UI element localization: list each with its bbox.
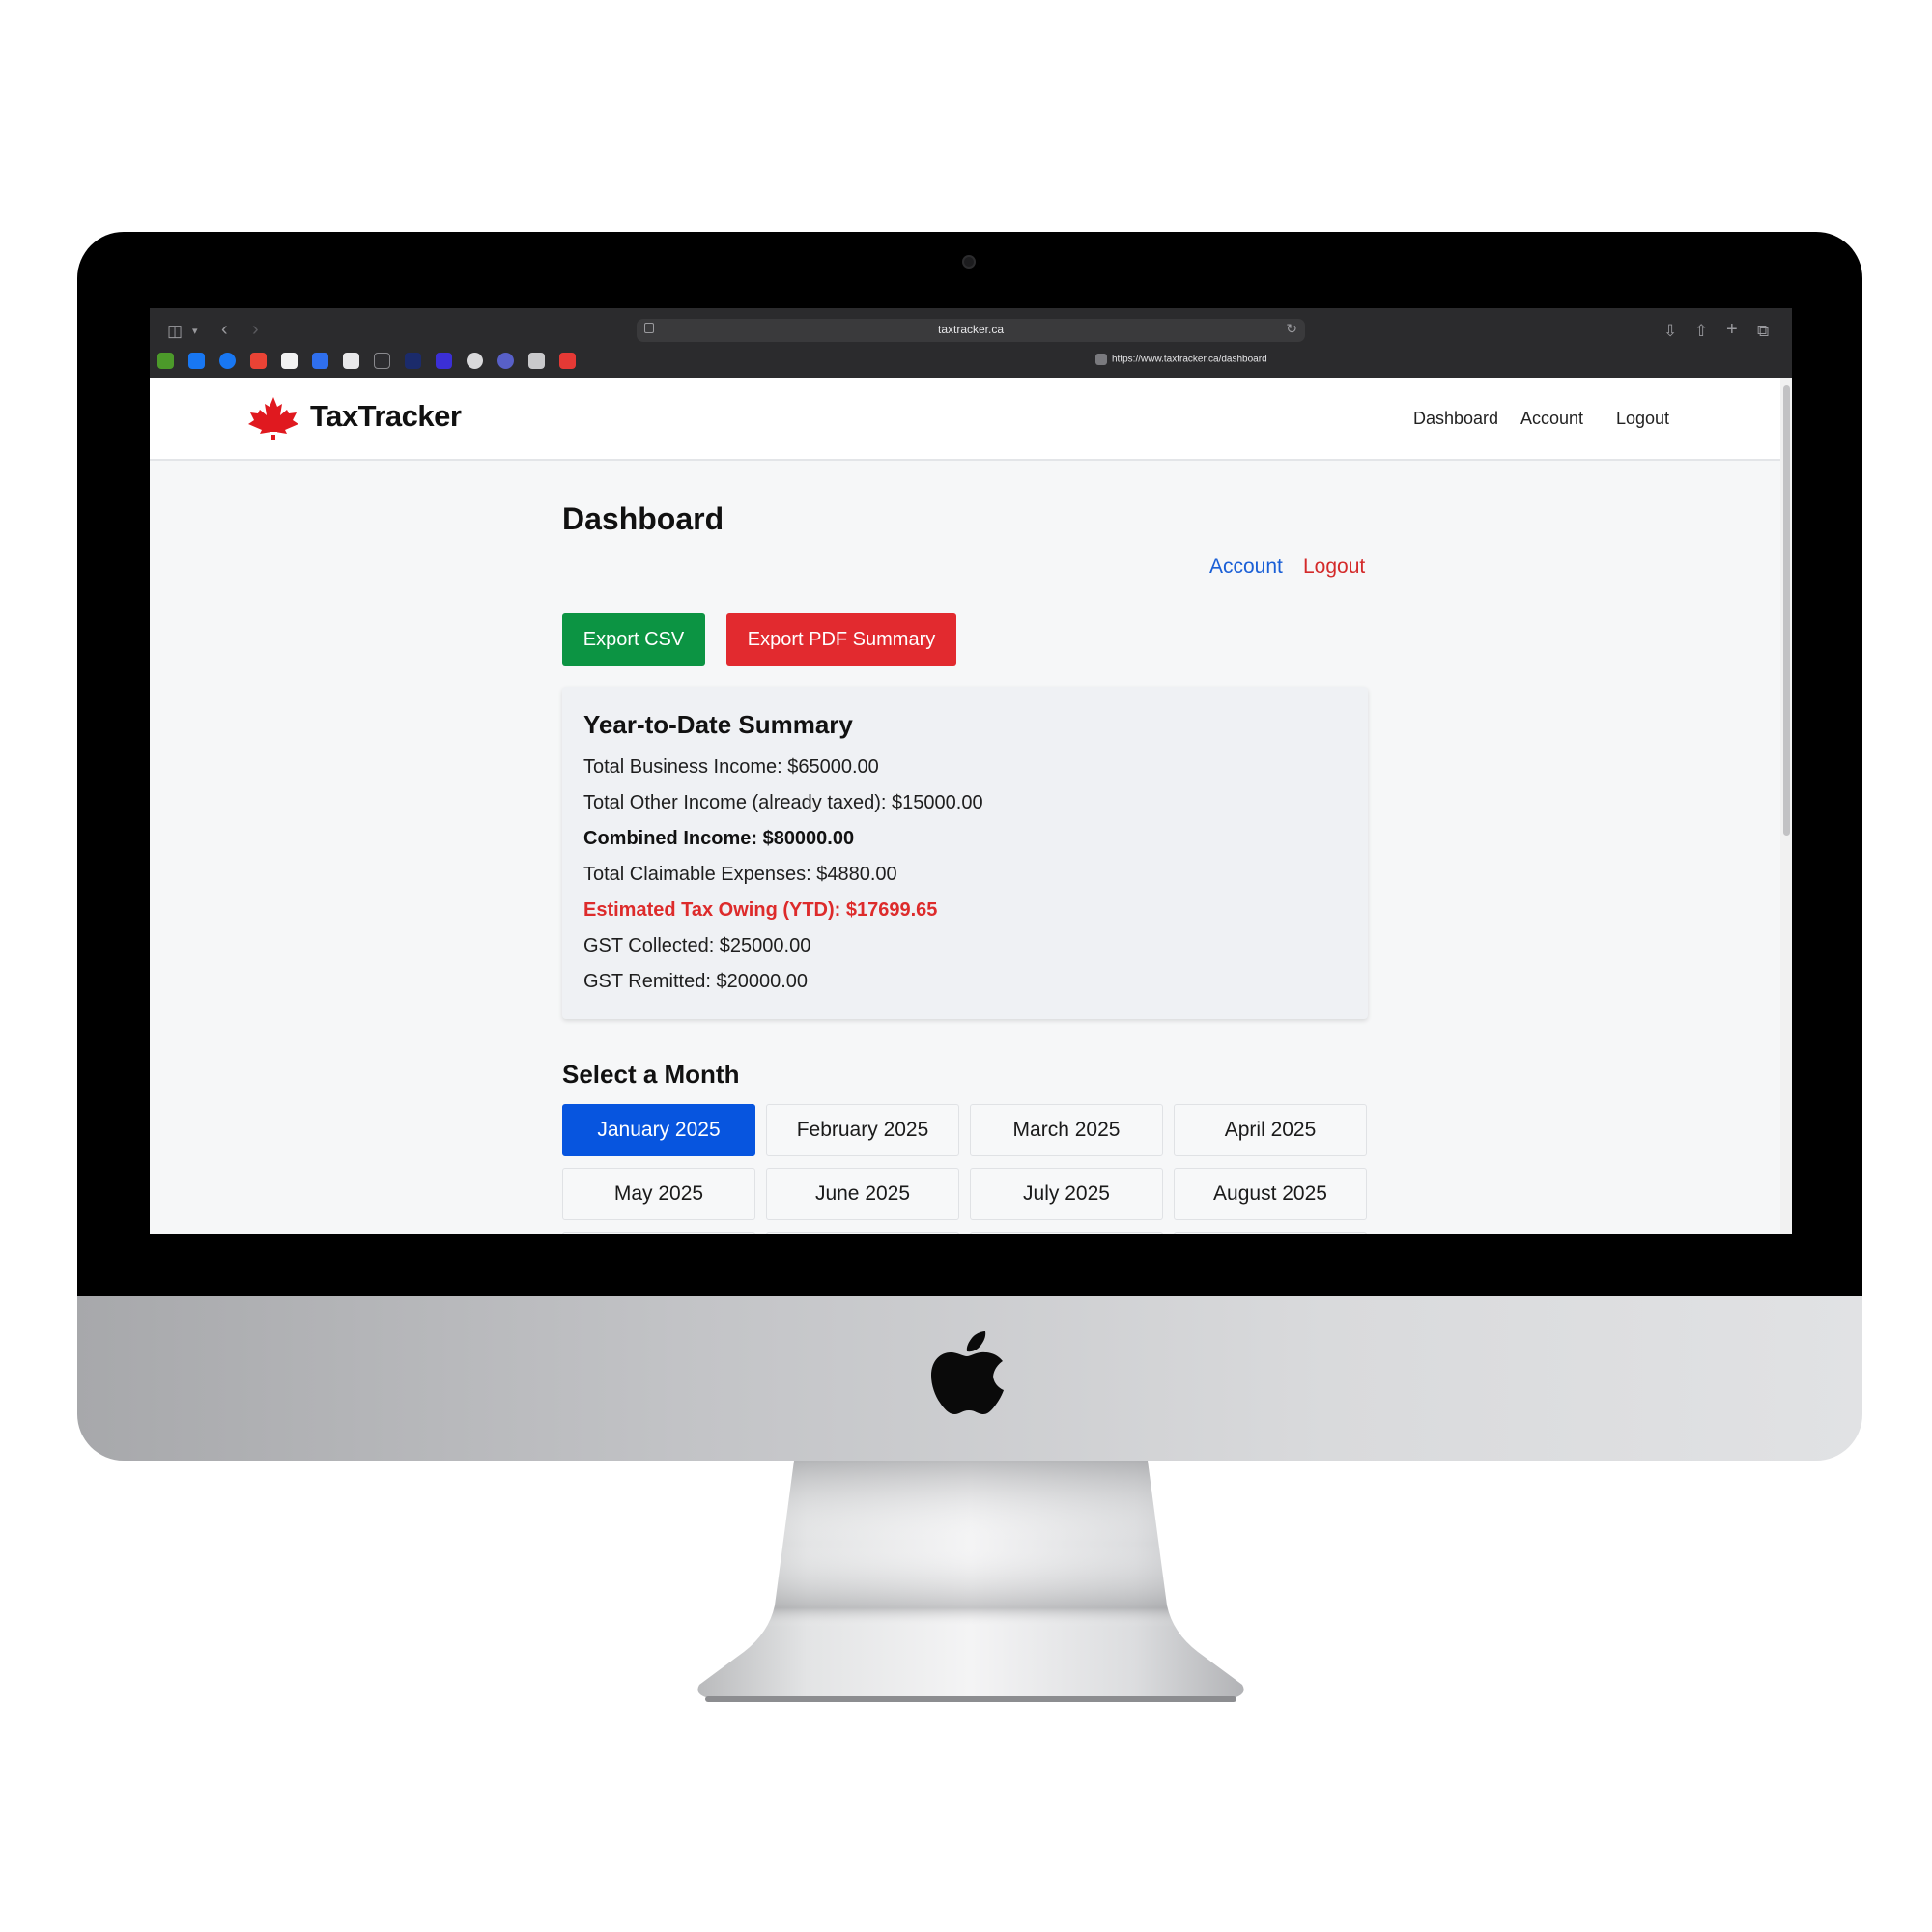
forward-icon[interactable]: › [252,320,259,339]
month-button-partial[interactable] [970,1232,1163,1234]
g-bookmark-icon[interactable] [528,353,545,369]
chevron-down-icon[interactable]: ▾ [192,322,198,341]
month-button-partial[interactable] [766,1232,959,1234]
v-bookmark-icon[interactable] [343,353,359,369]
gst-collected: GST Collected: $25000.00 [583,935,811,956]
estimated-tax-owing: Estimated Tax Owing (YTD): $17699.65 [583,899,938,921]
red-bookmark-icon[interactable] [559,353,576,369]
tab-overview-icon[interactable]: ⧉ [1757,322,1769,341]
export-csv-button[interactable]: Export CSV [562,613,705,666]
combined-income: Combined Income: $80000.00 [583,828,855,849]
month-button-partial[interactable] [1174,1232,1367,1234]
month-button-partial[interactable] [562,1232,755,1234]
downloads-icon[interactable]: ⇩ [1663,322,1677,341]
month-section-title: Select a Month [562,1060,740,1089]
other-income: Total Other Income (already taxed): $150… [583,792,983,813]
new-tab-icon[interactable]: + [1726,320,1738,339]
site-header: TaxTracker Dashboard Account Logout [150,378,1780,461]
month-button-july[interactable]: July 2025 [970,1168,1163,1220]
summary-title: Year-to-Date Summary [583,710,853,739]
logout-link[interactable]: Logout [1303,555,1365,579]
ytd-summary-card: Year-to-Date Summary Total Business Inco… [562,687,1368,1019]
page-scrollbar[interactable] [1780,378,1792,1234]
star-bookmark-icon[interactable] [405,353,421,369]
export-pdf-button[interactable]: Export PDF Summary [726,613,956,666]
page-favicon-icon [1095,354,1107,365]
reload-icon[interactable]: ↻ [1286,321,1297,337]
status-url: https://www.taxtracker.ca/dashboard [1095,354,1267,365]
address-text: taxtracker.ca [937,323,1005,336]
address-bar[interactable]: taxtracker.ca ↻ [637,319,1305,342]
month-button-april[interactable]: April 2025 [1174,1104,1367,1156]
claimable-expenses: Total Claimable Expenses: $4880.00 [583,864,897,885]
camera-icon [962,255,976,269]
meta-bookmark-icon[interactable] [188,353,205,369]
brand-name: TaxTracker [310,399,462,433]
nav-logout[interactable]: Logout [1616,409,1669,429]
month-button-february[interactable]: February 2025 [766,1104,959,1156]
form-bookmark-icon[interactable] [312,353,328,369]
month-button-may[interactable]: May 2025 [562,1168,755,1220]
month-button-june[interactable]: June 2025 [766,1168,959,1220]
facebook-bookmark-icon[interactable] [219,353,236,369]
nav-dashboard[interactable]: Dashboard [1413,409,1498,429]
tool-bookmark-icon[interactable] [374,353,390,369]
gmail-bookmark-icon[interactable] [250,353,267,369]
globe-bookmark-icon[interactable] [497,353,514,369]
imac-stand [697,1461,1244,1702]
apple-logo-icon [931,1331,1004,1414]
share-icon[interactable]: ⇧ [1694,322,1708,341]
business-income: Total Business Income: $65000.00 [583,756,879,778]
back-icon[interactable]: ‹ [221,320,228,339]
nav-account[interactable]: Account [1520,409,1583,429]
page-title: Dashboard [562,501,724,536]
bank-bookmark-icon[interactable] [281,353,298,369]
month-button-march[interactable]: March 2025 [970,1104,1163,1156]
gst-remitted: GST Remitted: $20000.00 [583,971,808,992]
sidebar-toggle-icon[interactable]: ◫ [167,322,183,341]
maple-leaf-icon [248,397,298,440]
scrollbar-thumb[interactable] [1783,385,1790,836]
circle-bookmark-icon[interactable] [467,353,483,369]
shopify-bookmark-icon[interactable] [157,353,174,369]
month-button-august[interactable]: August 2025 [1174,1168,1367,1220]
browser-toolbar: ◫ ▾ ‹ › taxtracker.ca ↻ ⇩ ⇧ + ⧉ https://… [150,308,1792,378]
month-button-january[interactable]: January 2025 [562,1104,755,1156]
screen: ◫ ▾ ‹ › taxtracker.ca ↻ ⇩ ⇧ + ⧉ https://… [150,308,1792,1234]
c-bookmark-icon[interactable] [436,353,452,369]
account-link[interactable]: Account [1209,555,1283,579]
